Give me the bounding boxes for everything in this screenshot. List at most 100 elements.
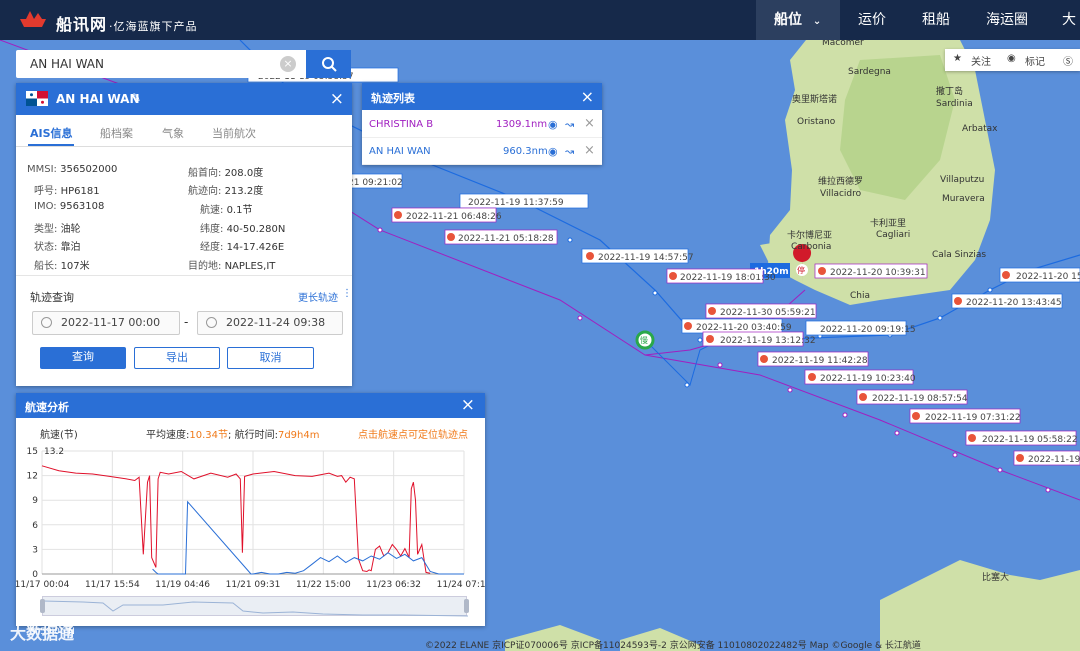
time-range-slider[interactable] [40,596,469,617]
svg-text:2022-11-20 03:40:59: 2022-11-20 03:40:59 [696,323,792,333]
nav-item-ship-position[interactable]: 船位 ⌄ [756,0,840,40]
track-label: 2022-11-19 08:57:54 [856,389,968,405]
track-distance: 960.3nm [503,146,548,157]
clear-icon[interactable]: × [280,56,296,72]
x-tick-label: 11/17 15:54 [85,580,140,590]
y-tick-label: 6 [32,521,38,531]
track-label: 2022-11-19 11:42:28 [757,351,869,367]
active-tab-indicator [28,144,74,146]
track-row-an-hai-wan[interactable]: AN HAI WAN 960.3nm ◉ ↝ × [362,138,602,165]
track-label: 2022-11-19 14:57:57 [581,248,694,264]
x-tick-label: 11/19 04:46 [155,580,210,590]
start-time-input[interactable]: 2022-11-17 00:00 [32,311,180,335]
y-tick-label: 12 [27,472,38,482]
brand-name[interactable]: 船讯网 ·亿海蓝旗下产品 [56,11,198,35]
coordinate-readout: 5°59'06'N [30,627,75,637]
svg-text:2022-11-30 05:59:21: 2022-11-30 05:59:21 [720,308,816,318]
track-label: 2022-11-30 05:59:21 [705,303,817,319]
track-label: 2022-11-19 10:23:40 [804,369,916,385]
max-value-label: 13.2 [44,447,64,457]
search-bar: AN HAI WAN × [16,50,351,78]
svg-text:Sardegna: Sardegna [848,67,891,77]
close-icon[interactable]: × [461,395,475,415]
x-tick-label: 11/17 00:04 [16,580,70,590]
svg-text:2022-11-19 11:42:28: 2022-11-19 11:42:28 [772,356,868,366]
close-icon[interactable]: × [584,143,595,158]
follow-button[interactable]: 关注 [971,53,991,68]
divider [16,275,352,276]
course-field: 航迹向: 213.2度 [188,186,264,197]
track-label: 2022-11-21 05:18:28 [444,229,558,245]
track-row-christina-b[interactable]: CHRISTINA B 1309.1nm ◉ ↝ × [362,111,602,138]
svg-text:2022-11-19 05:58:22: 2022-11-19 05:58:22 [982,435,1078,445]
svg-text:2022-11-20 15: 2022-11-20 15 [1016,272,1080,282]
eta-badge: 1h20m [754,267,789,277]
range-dash: - [184,315,189,329]
close-icon[interactable]: × [581,87,594,106]
svg-text:Villacidro: Villacidro [820,189,862,199]
y-tick-label: 15 [27,447,38,457]
speed-chart[interactable]: 0 3 6 9 12 15 11/17 00:04 11/17 15:54 11/19 04:4… [16,441,485,601]
panama-flag-icon [26,91,48,106]
mmsi-field: MMSI: 356502000 [27,164,118,175]
eye-icon[interactable]: ◉ [548,118,558,131]
nav-item-freight[interactable]: 运价 [858,0,886,40]
status-field: 状态: 靠泊 [34,242,81,253]
brand-tagline: ·亿海蓝旗下产品 [109,20,198,33]
search-button[interactable] [306,50,351,78]
svg-text:Cagliari: Cagliari [876,230,910,240]
svg-text:2022-11-19 08:57:54: 2022-11-19 08:57:54 [872,394,968,404]
longer-track-link[interactable]: 更长轨迹 [298,289,338,304]
ship-name: AN HAI WAN [56,92,140,106]
more-icon[interactable]: ⋮ [342,288,352,299]
slider-preview [42,600,469,617]
clock-icon [41,317,52,328]
track-label: 2022-11-20 15 [999,267,1080,283]
track-label: 2022-11-20 09:19:15 [805,320,916,336]
svg-text:Muravera: Muravera [942,194,985,204]
nav-item-big-data[interactable]: 大数 [1062,0,1080,68]
longitude-field: 经度: 14-17.426E [200,242,285,253]
chart-line-icon[interactable]: ↝ [565,118,574,131]
cancel-button[interactable]: 取消 [227,347,314,369]
clock-icon [206,317,217,328]
svg-text:2022-11-20 09:19:15: 2022-11-20 09:19:15 [820,325,916,335]
svg-text:2022-11-20 13:43:45: 2022-11-20 13:43:45 [966,298,1062,308]
track-list-panel: 轨迹列表 × CHRISTINA B 1309.1nm ◉ ↝ × AN HAI… [362,83,602,165]
end-time-input[interactable]: 2022-11-24 09:38 [197,311,343,335]
track-list-title: 轨迹列表 [371,92,415,105]
close-icon[interactable]: × [584,116,595,131]
ship-logo-icon[interactable] [18,9,48,29]
svg-text:21 09:21:02: 21 09:21:02 [348,178,403,188]
nav-item-shipping-circle[interactable]: 海运圈 [986,0,1028,40]
track-label: 2022-11-19 05:58:22 [965,430,1078,446]
svg-text:Cala Sinzias: Cala Sinzias [932,250,986,260]
measure-icon[interactable]: Ⓢ [1063,53,1073,68]
track-distance: 1309.1nm [496,119,548,130]
star-icon[interactable]: ★ [953,53,962,64]
mark-button[interactable]: 标记 [1025,53,1045,68]
tab-ais-info[interactable]: AIS信息 [30,125,73,141]
tag-icon[interactable]: ◉ [1007,53,1016,64]
track-label: 2022-11-20 13:43:45 [951,293,1063,309]
y-tick-label: 0 [32,570,38,580]
tab-current-voyage[interactable]: 当前航次 [212,125,256,141]
close-icon[interactable]: × [330,89,344,109]
slider-handle-left[interactable] [40,599,45,613]
edit-icon[interactable]: ✎ [131,91,141,105]
svg-text:2022-11-21 05:18:28: 2022-11-21 05:18:28 [458,234,554,244]
x-tick-label: 11/22 15:00 [296,580,351,590]
slider-handle-right[interactable] [464,599,469,613]
svg-text:Arbatax: Arbatax [962,124,998,134]
track-label: 2022-11-19 07:31:22 [909,408,1021,424]
query-button[interactable]: 查询 [40,347,126,369]
eye-icon[interactable]: ◉ [548,145,558,158]
avg-speed: 平均速度:10.34节; 航行时间:7d9h4m [146,430,320,441]
tab-weather[interactable]: 气象 [162,125,184,141]
search-input[interactable]: AN HAI WAN [30,57,104,71]
export-button[interactable]: 导出 [134,347,220,369]
track-name: CHRISTINA B [369,119,434,130]
chart-line-icon[interactable]: ↝ [565,145,574,158]
tab-ship-archive[interactable]: 船档案 [100,125,133,141]
nav-item-chartering[interactable]: 租船 [922,0,950,40]
